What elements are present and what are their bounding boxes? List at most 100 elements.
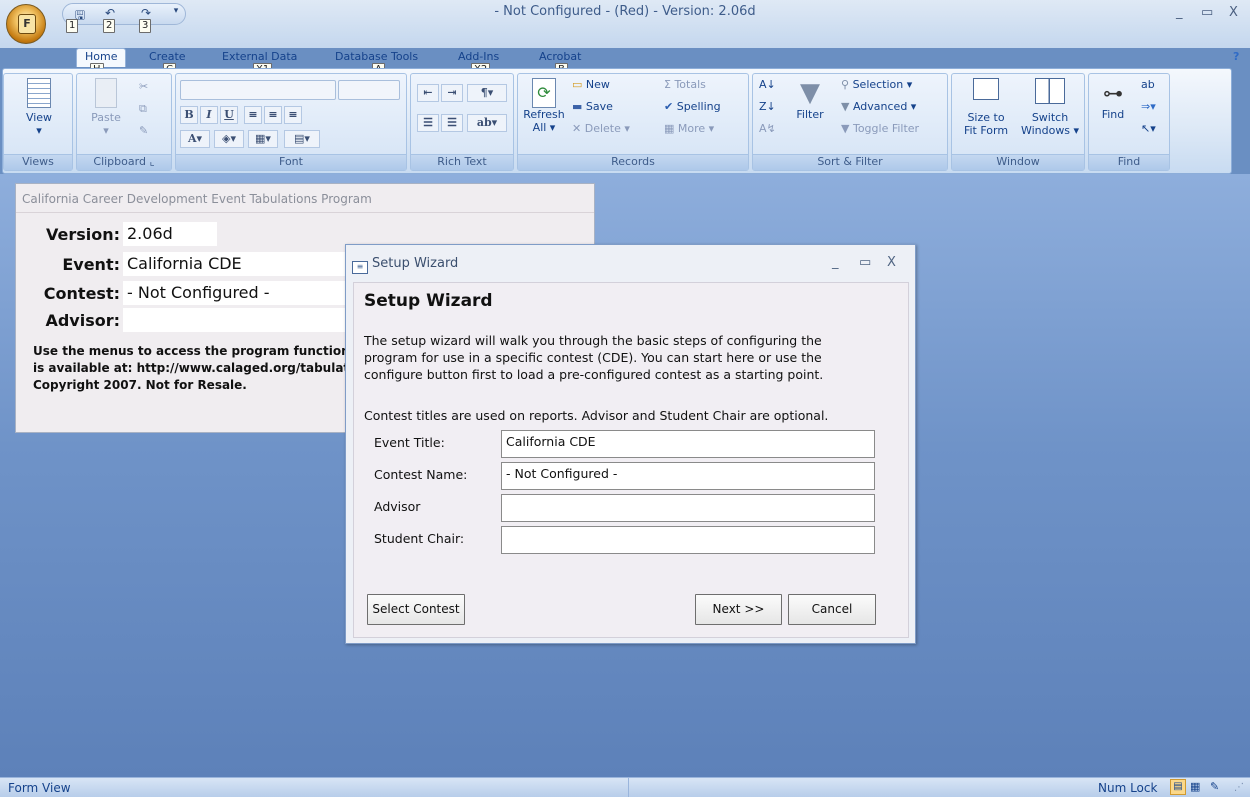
- align-left-icon[interactable]: ≡: [244, 106, 262, 124]
- tab-acrobat[interactable]: Acrobat: [539, 50, 581, 63]
- spelling-label: Spelling: [676, 100, 721, 113]
- next-button[interactable]: Next >>: [695, 594, 782, 625]
- delete-label: Delete ▾: [584, 122, 630, 135]
- tab-database-tools[interactable]: Database Tools: [335, 50, 418, 63]
- student-chair-input[interactable]: [501, 526, 875, 554]
- close-button[interactable]: X: [1229, 5, 1238, 20]
- info-line-1: Use the menus to access the program func…: [33, 344, 353, 358]
- dialog-minimize-button[interactable]: _: [832, 255, 839, 270]
- selection-icon: ⚲: [841, 78, 850, 91]
- refresh-all-label: All ▾: [532, 121, 556, 134]
- select-icon[interactable]: ↖▾: [1141, 122, 1156, 135]
- delete-record-button[interactable]: ✕ Delete ▾: [572, 122, 630, 135]
- student-chair-label: Student Chair:: [374, 531, 465, 546]
- save-label: Save: [585, 100, 613, 113]
- group-label-window: Window: [952, 154, 1084, 170]
- format-painter-icon[interactable]: ✎: [139, 124, 148, 137]
- status-view-label: Form View: [8, 781, 71, 795]
- form-view-icon[interactable]: ▤: [1170, 779, 1186, 795]
- binoculars-icon: ⊶: [1103, 81, 1123, 105]
- filter-label: Filter: [796, 108, 824, 121]
- italic-icon[interactable]: I: [200, 106, 218, 124]
- font-name-combo[interactable]: [180, 80, 336, 100]
- resize-grip-icon[interactable]: ⋰: [1234, 782, 1244, 793]
- selection-button[interactable]: ⚲ Selection ▾: [841, 78, 912, 91]
- alternate-fill-icon[interactable]: ▤▾: [284, 130, 320, 148]
- title-bar: F 🖫 ↶ ↷ ▾ 1 2 3 - Not Configured - (Red)…: [0, 0, 1250, 48]
- bold-icon[interactable]: B: [180, 106, 198, 124]
- decrease-indent-icon[interactable]: ⇤: [417, 84, 439, 102]
- new-record-button[interactable]: ▭ New: [572, 78, 610, 91]
- group-label-records: Records: [518, 154, 748, 170]
- tab-external-data[interactable]: External Data: [222, 50, 297, 63]
- group-font: B I U ≡ ≡ ≡ A▾ ◈▾ ▦▾ ▤▾ Font: [175, 73, 407, 171]
- contest-name-label: Contest Name:: [374, 467, 468, 482]
- clear-sort-icon[interactable]: A↯: [759, 122, 776, 135]
- underline-icon[interactable]: U: [220, 106, 238, 124]
- copyright-line: Copyright 2007. Not for Resale.: [33, 378, 247, 392]
- refresh-icon: ⟳: [532, 78, 556, 108]
- sort-descending-icon[interactable]: Z↓: [759, 100, 776, 113]
- toggle-filter-icon: ▼: [841, 122, 850, 135]
- cut-icon[interactable]: ✂: [139, 80, 148, 93]
- contest-name-input[interactable]: - Not Configured -: [501, 462, 875, 490]
- spelling-button[interactable]: ✔ Spelling: [664, 100, 721, 113]
- fit-form-label: Fit Form: [963, 124, 1009, 137]
- save-record-button[interactable]: ▬ Save: [572, 100, 613, 113]
- font-color-icon[interactable]: A▾: [180, 130, 210, 148]
- event-value: California CDE: [123, 252, 347, 276]
- fill-color-icon[interactable]: ◈▾: [214, 130, 244, 148]
- intro-line-2: program for use in a specific contest (C…: [364, 350, 822, 365]
- refresh-all-button[interactable]: ⟳ Refresh All ▾: [522, 78, 566, 134]
- size-to-fit-form-button[interactable]: Size to Fit Form: [956, 78, 1016, 137]
- paste-button[interactable]: Paste ▾: [83, 78, 129, 137]
- view-button[interactable]: View ▾: [12, 78, 66, 137]
- layout-view-icon[interactable]: ▦: [1190, 780, 1200, 793]
- group-label-clipboard: Clipboard: [93, 155, 146, 168]
- version-value: 2.06d: [123, 222, 217, 246]
- more-button[interactable]: ▦ More ▾: [664, 122, 714, 135]
- event-title-input[interactable]: California CDE: [501, 430, 875, 458]
- group-find: ⊶ Find ab ⇒▾ ↖▾ Find: [1088, 73, 1170, 171]
- totals-button[interactable]: Σ Totals: [664, 78, 706, 91]
- tab-add-ins[interactable]: Add-Ins: [458, 50, 499, 63]
- increase-indent-icon[interactable]: ⇥: [441, 84, 463, 102]
- font-size-combo[interactable]: [338, 80, 400, 100]
- minimize-button[interactable]: _: [1176, 5, 1183, 20]
- dialog-close-button[interactable]: X: [887, 255, 896, 270]
- status-bar: Form View Num Lock ▤ ▦ ✎ ⋰: [0, 777, 1250, 797]
- sort-ascending-icon[interactable]: A↓: [759, 78, 776, 91]
- copy-icon[interactable]: ⧉: [139, 102, 147, 116]
- advisor-input[interactable]: [501, 494, 875, 522]
- cancel-button[interactable]: Cancel: [788, 594, 876, 625]
- highlight-icon[interactable]: ab▾: [467, 114, 507, 132]
- numbering-icon[interactable]: ☰: [417, 114, 439, 132]
- replace-icon[interactable]: ab: [1141, 78, 1155, 91]
- restore-button[interactable]: ▭: [1201, 5, 1213, 20]
- event-title-label: Event Title:: [374, 435, 445, 450]
- filter-button[interactable]: ▼ Filter: [787, 78, 833, 121]
- go-to-icon[interactable]: ⇒▾: [1141, 100, 1156, 113]
- tab-create[interactable]: Create: [149, 50, 186, 63]
- switch-windows-button[interactable]: Switch Windows ▾: [1018, 78, 1082, 137]
- contest-label: Contest:: [43, 284, 120, 303]
- ribbon: View ▾ Views Paste ▾ ✂ ⧉ ✎ Clipboard ⌞ B…: [2, 68, 1232, 174]
- help-icon[interactable]: ?: [1233, 50, 1239, 63]
- advisor-label: Advisor:: [45, 311, 120, 330]
- contest-value: - Not Configured -: [123, 281, 347, 305]
- align-center-icon[interactable]: ≡: [264, 106, 282, 124]
- dialog-launcher-icon[interactable]: ⌞: [149, 155, 154, 168]
- advanced-button[interactable]: ▼ Advanced ▾: [841, 100, 916, 113]
- design-view-icon[interactable]: ✎: [1210, 780, 1219, 793]
- bullets-icon[interactable]: ☰: [441, 114, 463, 132]
- toggle-filter-button[interactable]: ▼ Toggle Filter: [841, 122, 919, 135]
- select-contest-button[interactable]: Select Contest: [367, 594, 465, 625]
- gridlines-icon[interactable]: ▦▾: [248, 130, 278, 148]
- totals-icon: Σ: [664, 78, 671, 91]
- find-button[interactable]: ⊶ Find: [1093, 78, 1133, 121]
- align-right-icon[interactable]: ≡: [284, 106, 302, 124]
- size-to-fit-icon: [973, 78, 999, 100]
- form-icon: ≡: [352, 261, 368, 274]
- paragraph-direction-icon[interactable]: ¶▾: [467, 84, 507, 102]
- dialog-restore-button[interactable]: ▭: [859, 255, 871, 270]
